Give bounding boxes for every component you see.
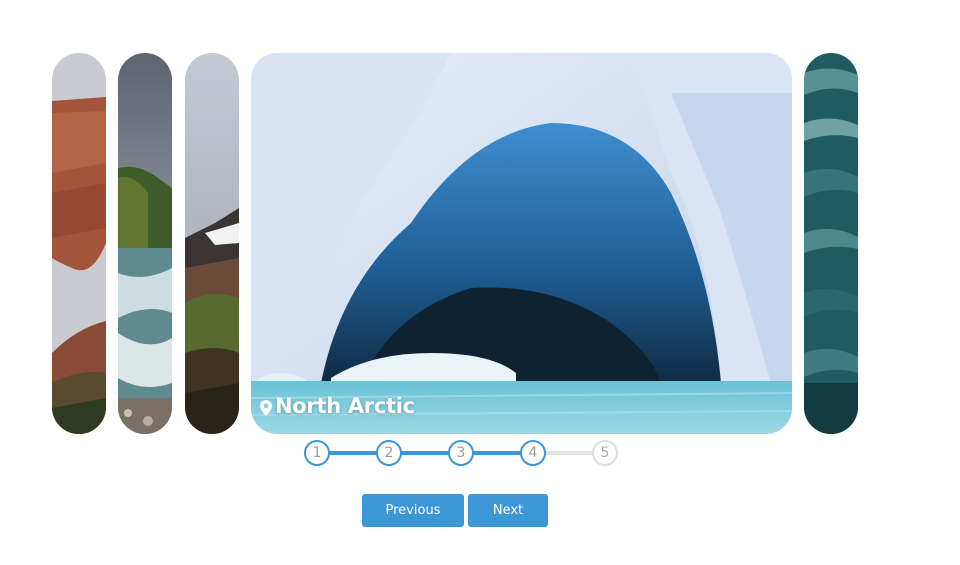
next-button[interactable]: Next bbox=[468, 494, 548, 527]
slide-north-arctic[interactable]: North Arctic bbox=[251, 53, 792, 434]
slide-cliff-waterfall[interactable] bbox=[118, 53, 172, 434]
progress-stepper: 1 2 3 4 5 bbox=[304, 440, 620, 468]
ice-cave-image bbox=[251, 53, 792, 434]
slide-red-rock-arch[interactable] bbox=[52, 53, 106, 434]
stepper-track-complete bbox=[328, 451, 544, 455]
ocean-image bbox=[804, 53, 858, 434]
red-rock-image bbox=[52, 53, 106, 434]
hills-image bbox=[185, 53, 239, 434]
step-3[interactable]: 3 bbox=[448, 440, 474, 466]
slide-caption: North Arctic bbox=[260, 394, 415, 418]
slide-caption-text: North Arctic bbox=[275, 394, 415, 418]
step-1[interactable]: 1 bbox=[304, 440, 330, 466]
waterfall-image bbox=[118, 53, 172, 434]
stepper-track-remaining bbox=[544, 451, 596, 455]
location-pin-icon bbox=[260, 400, 272, 416]
slide-volcanic-hills[interactable] bbox=[185, 53, 239, 434]
previous-button[interactable]: Previous bbox=[362, 494, 464, 527]
step-4[interactable]: 4 bbox=[520, 440, 546, 466]
step-5[interactable]: 5 bbox=[592, 440, 618, 466]
slide-ocean-waves[interactable] bbox=[804, 53, 858, 434]
step-2[interactable]: 2 bbox=[376, 440, 402, 466]
